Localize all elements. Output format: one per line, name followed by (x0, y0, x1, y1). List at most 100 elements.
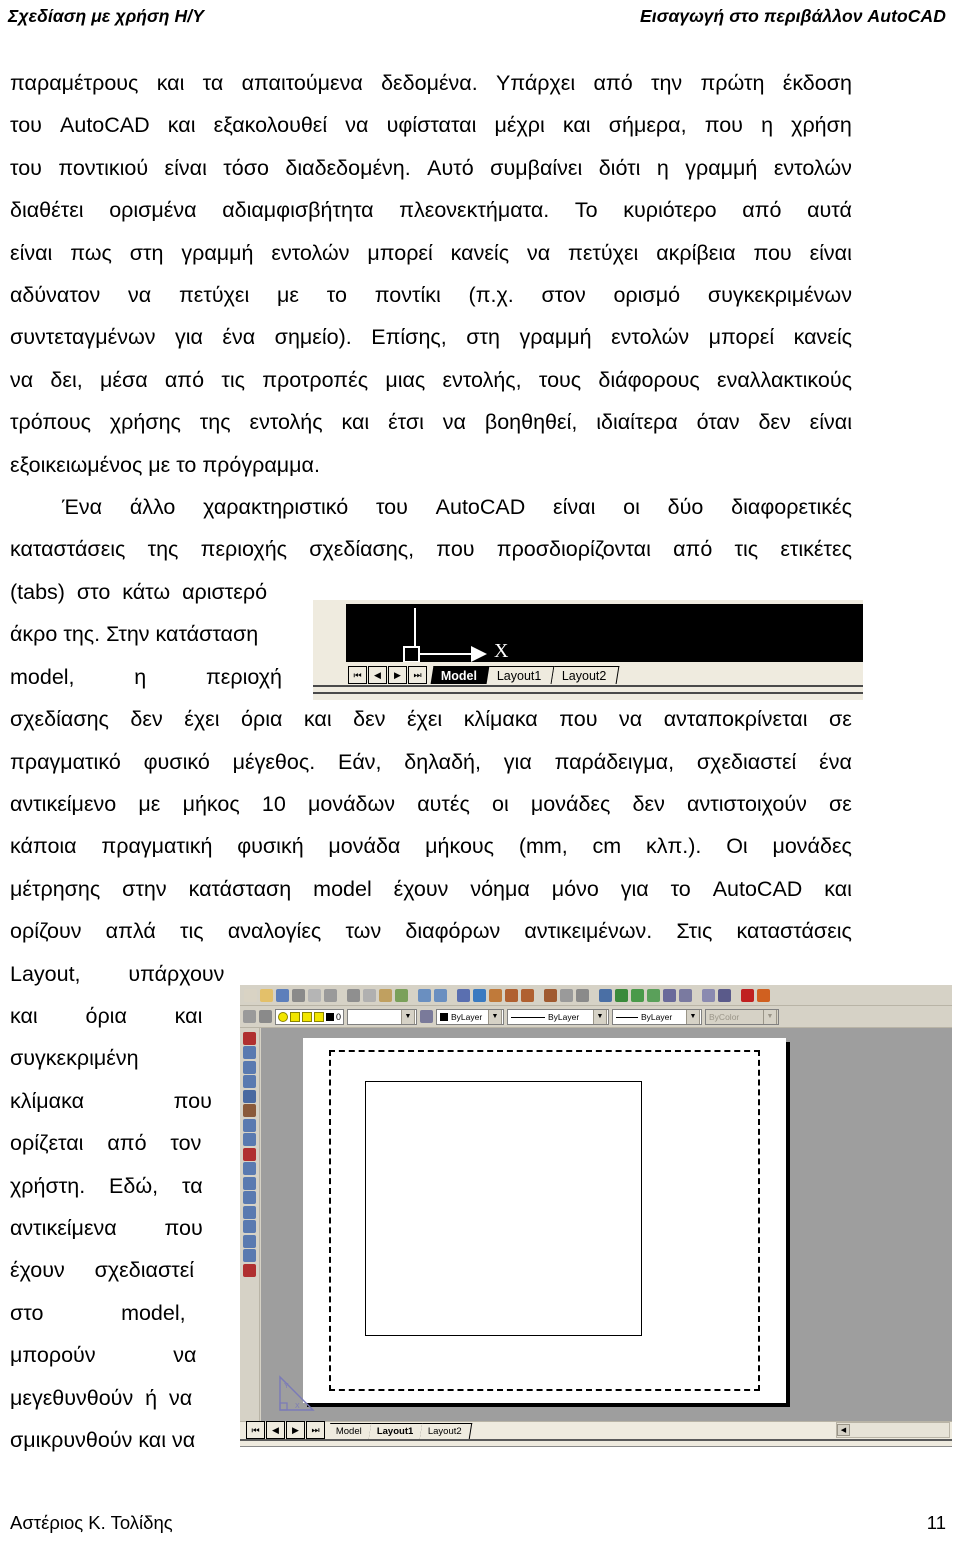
text-word: που (436, 537, 475, 562)
layer-lock-icon[interactable] (314, 1011, 324, 1022)
layer-freeze-icon[interactable] (290, 1011, 300, 1022)
tab-nav-buttons[interactable]: ⏮ ◀ ▶ ⏭ (246, 1421, 326, 1439)
tab-layout2[interactable]: Layout2 (420, 1423, 473, 1439)
fillet-icon[interactable] (243, 1249, 256, 1262)
help-icon[interactable] (741, 988, 754, 1002)
match-properties-icon[interactable] (395, 988, 408, 1002)
tab-nav-button-2[interactable]: ▶ (286, 1421, 305, 1439)
redo-icon[interactable] (434, 988, 447, 1002)
chevron-down-icon[interactable]: ▼ (401, 1009, 416, 1024)
tab-model[interactable]: Model (327, 1423, 373, 1439)
find-icon[interactable] (324, 988, 337, 1002)
design-center-icon[interactable] (718, 988, 731, 1002)
chamfer-icon[interactable] (243, 1234, 256, 1248)
tab-layout1[interactable]: Layout1 (486, 666, 556, 684)
copy-object-icon[interactable] (243, 1046, 256, 1059)
text-word: μήκος (182, 791, 240, 816)
lengthen-icon[interactable] (243, 1162, 256, 1175)
layer-freeze-vp-icon[interactable] (302, 1011, 312, 1022)
text-word: τόσο (223, 155, 269, 180)
print-icon[interactable] (292, 988, 305, 1002)
color-combo[interactable]: ByLayer ▼ (436, 1008, 505, 1025)
tab-nav-button-0[interactable]: ⏮ (246, 1421, 265, 1439)
zoom-scale-icon[interactable] (560, 988, 573, 1002)
text-word: μπορεί (367, 240, 433, 265)
horizontal-scrollbar[interactable]: ◀ (836, 1422, 950, 1438)
paste-icon[interactable] (379, 988, 392, 1002)
extend-icon[interactable] (243, 1191, 256, 1204)
layer-combo[interactable]: ▼ (347, 1008, 418, 1025)
text-word: του (375, 495, 408, 520)
tab-nav-button-3[interactable]: ⏭ (408, 666, 427, 684)
open-icon[interactable] (260, 988, 273, 1002)
layout-drawing-area[interactable]: Y X (261, 1028, 952, 1421)
standard-toolbar[interactable] (240, 985, 952, 1006)
chevron-down-icon[interactable]: ▼ (593, 1009, 608, 1024)
tab-list[interactable]: Model Layout1 Layout2 (327, 1423, 473, 1439)
render-icon[interactable] (615, 988, 628, 1002)
make-object-layer-current-icon[interactable] (420, 1010, 434, 1023)
insert-hyperlink-icon[interactable] (457, 988, 470, 1002)
undo-icon[interactable] (418, 988, 431, 1002)
zoom-previous-icon[interactable] (544, 988, 557, 1002)
tab-nav-button-2[interactable]: ▶ (388, 666, 407, 684)
lineweight-combo[interactable]: ByLayer ▼ (612, 1008, 703, 1025)
object-properties-toolbar[interactable]: 0 ▼ ByLayer ▼ ByLayer ▼ ByLayer ▼ ByColo… (240, 1006, 952, 1028)
pan-realtime-icon[interactable] (489, 988, 502, 1002)
layer-on-icon[interactable] (278, 1011, 288, 1022)
print-preview-icon[interactable] (308, 988, 321, 1002)
layer-state-indicators[interactable]: 0 (275, 1008, 345, 1025)
zoom-in-icon[interactable] (663, 988, 676, 1002)
tab-layout2[interactable]: Layout2 (551, 666, 620, 684)
copy-icon[interactable] (363, 988, 376, 1002)
mirror-icon[interactable] (243, 1060, 256, 1074)
area-icon[interactable] (647, 988, 660, 1002)
layer-icon[interactable] (757, 988, 770, 1002)
layer-previous-icon[interactable] (259, 1010, 272, 1023)
rotate-icon[interactable] (243, 1118, 256, 1132)
tab-nav-button-1[interactable]: ◀ (368, 666, 387, 684)
text-word: δηλαδή, (404, 749, 481, 774)
layer-color-swatch-icon[interactable] (326, 1012, 334, 1021)
tab-nav-button-3[interactable]: ⏭ (306, 1421, 325, 1439)
named-views-icon[interactable] (599, 988, 612, 1002)
break-icon[interactable] (243, 1220, 256, 1233)
tab-model[interactable]: Model (430, 666, 491, 684)
layout-viewport[interactable] (365, 1081, 642, 1336)
zoom-window-icon[interactable] (521, 988, 534, 1002)
layer-manager-icon[interactable] (243, 1010, 256, 1023)
insert-block-icon[interactable] (473, 988, 486, 1002)
distance-icon[interactable] (631, 988, 644, 1002)
scale-icon[interactable] (243, 1133, 256, 1146)
explode-icon[interactable] (243, 1263, 256, 1277)
break-at-point-icon[interactable] (243, 1205, 256, 1219)
model-layout-tab-bar[interactable]: ⏮ ◀ ▶ ⏭ Model Layout1 Layout2 (346, 662, 863, 684)
tab-list[interactable]: Model Layout1 Layout2 (430, 666, 620, 684)
modify-toolbar[interactable] (240, 1028, 260, 1421)
cut-icon[interactable] (347, 988, 360, 1002)
text-word: ένα (819, 749, 852, 774)
tab-nav-button-1[interactable]: ◀ (266, 1421, 285, 1439)
zoom-realtime-icon[interactable] (505, 988, 518, 1002)
chevron-down-icon[interactable]: ▼ (686, 1009, 701, 1024)
scroll-left-icon[interactable]: ◀ (837, 1424, 850, 1436)
properties-icon[interactable] (702, 988, 715, 1002)
text-line: του AutoCAD και εξακολουθεί να υφίσταται μέχρι… (10, 104, 852, 146)
move-icon[interactable] (243, 1104, 256, 1117)
linetype-combo[interactable]: ByLayer ▼ (507, 1008, 610, 1025)
erase-icon[interactable] (243, 1031, 256, 1045)
trim-icon[interactable] (243, 1176, 256, 1190)
save-icon[interactable] (276, 988, 289, 1002)
tab-layout1[interactable]: Layout1 (368, 1423, 424, 1439)
offset-icon[interactable] (243, 1075, 256, 1088)
text-line: στο model, (10, 1292, 232, 1334)
zoom-out-icon[interactable] (679, 988, 692, 1002)
text-word: ορίζεται από τον (10, 1131, 202, 1156)
tab-nav-button-0[interactable]: ⏮ (348, 666, 367, 684)
array-icon[interactable] (243, 1089, 256, 1103)
ucs-icon[interactable] (576, 988, 589, 1002)
chevron-down-icon[interactable]: ▼ (488, 1009, 503, 1024)
tab-nav-buttons[interactable]: ⏮ ◀ ▶ ⏭ (348, 666, 428, 684)
new-icon[interactable] (244, 988, 257, 1002)
stretch-icon[interactable] (243, 1147, 256, 1161)
